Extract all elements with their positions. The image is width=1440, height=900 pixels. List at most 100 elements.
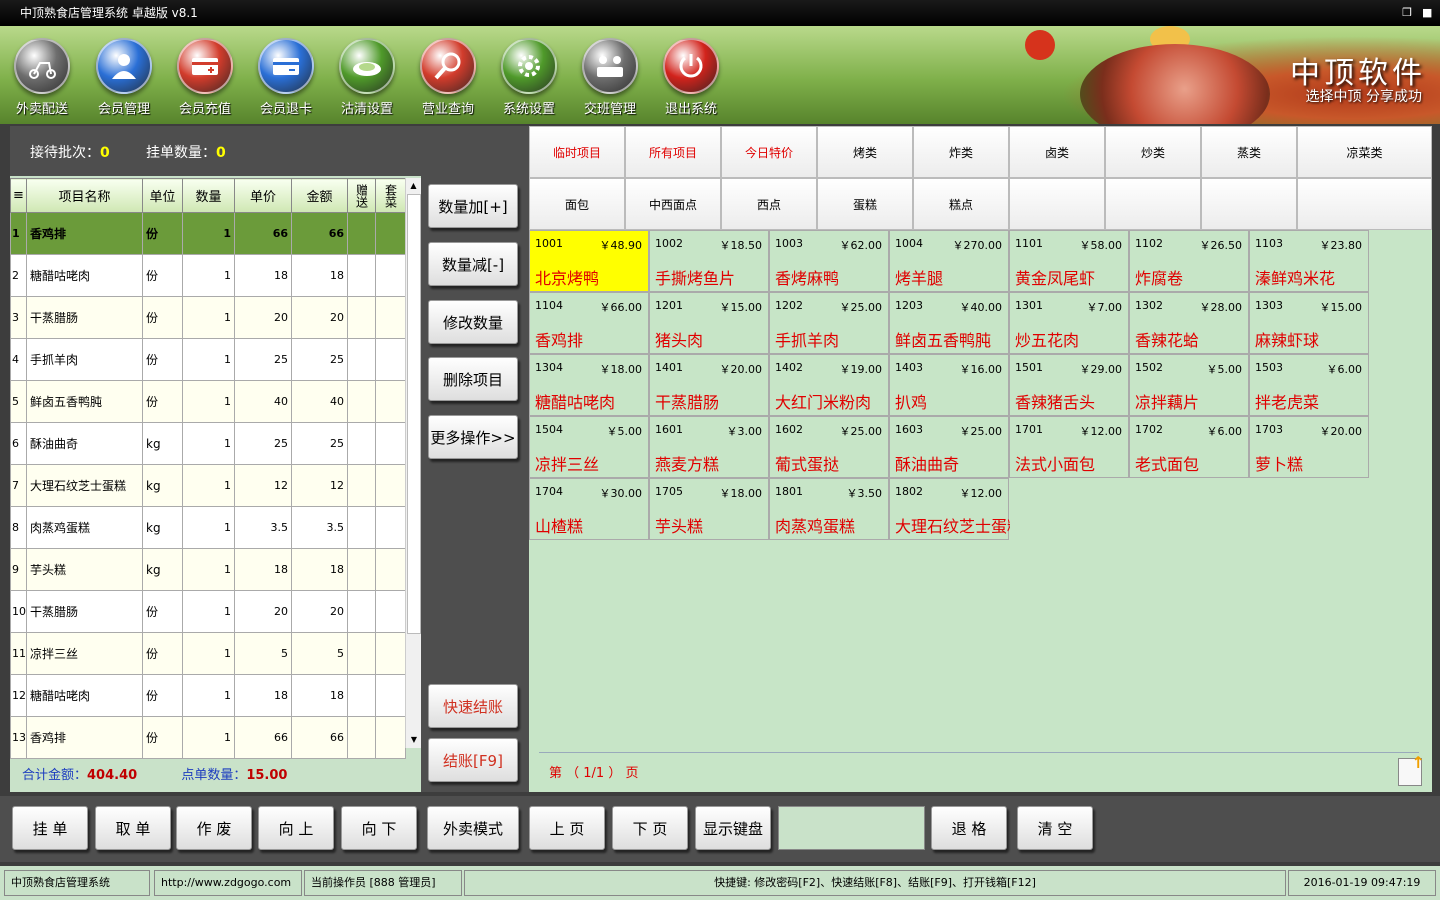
table-row[interactable]: 6 酥油曲奇 kg 1 25 25 xyxy=(10,422,406,465)
category-tab[interactable]: 蒸类 xyxy=(1201,126,1297,178)
category-tab[interactable] xyxy=(1201,178,1297,230)
dish-tile[interactable]: 1603 ￥25.00 酥油曲奇 xyxy=(889,416,1009,478)
bottom-button-3[interactable]: 向 上 xyxy=(258,806,334,850)
column-header[interactable]: 赠送 xyxy=(347,178,376,213)
table-row[interactable]: 10 干蒸腊肠份 1 20 20 xyxy=(10,590,406,633)
dish-tile[interactable]: 1703 ￥20.00 萝卜糕 xyxy=(1249,416,1369,478)
table-row[interactable]: 7 大理石纹芝士蛋糕 kg 1 12 12 xyxy=(10,464,406,507)
table-row[interactable]: 2 糖醋咕咾肉份 1 18 18 xyxy=(10,254,406,297)
keyboard-input[interactable] xyxy=(778,806,925,850)
action-button-4[interactable]: 更多操作>> xyxy=(428,415,518,459)
dish-tile[interactable]: 1003 ￥62.00 香烤麻鸭 xyxy=(769,230,889,292)
category-tab[interactable]: 凉菜类 xyxy=(1297,126,1432,178)
column-header[interactable]: 数量 xyxy=(182,178,235,213)
bottom-button-6[interactable]: 上 页 xyxy=(529,806,605,850)
toolbar-button-4[interactable]: 沽清设置 xyxy=(327,36,407,120)
category-tab[interactable] xyxy=(1009,178,1105,230)
dish-tile[interactable]: 1502 ￥5.00 凉拌藕片 xyxy=(1129,354,1249,416)
table-row[interactable]: 11 凉拌三丝份 1 5 5 xyxy=(10,632,406,675)
dish-tile[interactable]: 1503 ￥6.00 拌老虎菜 xyxy=(1249,354,1369,416)
column-header[interactable]: 项目名称 xyxy=(26,178,143,213)
dish-tile[interactable]: 1202 ￥25.00 手抓羊肉 xyxy=(769,292,889,354)
category-tab[interactable]: 面包 xyxy=(529,178,625,230)
toolbar-button-6[interactable]: 系统设置 xyxy=(489,36,569,120)
dish-tile[interactable]: 1203 ￥40.00 鲜卤五香鸭肫 xyxy=(889,292,1009,354)
dish-tile[interactable]: 1401 ￥20.00 干蒸腊肠 xyxy=(649,354,769,416)
dish-tile[interactable]: 1802 ￥12.00 大理石纹芝士蛋糕 xyxy=(889,478,1010,540)
bottom-button-0[interactable]: 挂 单 xyxy=(12,806,88,850)
dish-tile[interactable]: 1602 ￥25.00 葡式蛋挞 xyxy=(769,416,889,478)
action-button-3[interactable]: 删除项目 xyxy=(428,357,518,401)
dish-tile[interactable]: 1104 ￥66.00 香鸡排 xyxy=(529,292,649,354)
bottom-button-4[interactable]: 向 下 xyxy=(341,806,417,850)
action-button-2[interactable]: 修改数量 xyxy=(428,300,518,344)
category-tab[interactable]: 糕点 xyxy=(913,178,1009,230)
dish-tile[interactable]: 1701 ￥12.00 法式小面包 xyxy=(1009,416,1129,478)
column-header[interactable]: 单价 xyxy=(234,178,292,213)
close-icon[interactable]: ■ xyxy=(1422,0,1432,26)
scroll-down-icon[interactable]: ▼ xyxy=(406,732,422,748)
table-row[interactable]: 1 香鸡排份 1 66 66 xyxy=(10,212,406,255)
bottom-button-5[interactable]: 外卖模式 xyxy=(427,806,519,850)
scroll-up-icon[interactable]: ▲ xyxy=(406,178,421,194)
dish-tile[interactable]: 1001 ￥48.90 北京烤鸭 xyxy=(529,230,649,292)
dish-tile[interactable]: 1301 ￥7.00 炒五花肉 xyxy=(1009,292,1129,354)
category-tab[interactable]: 中西面点 xyxy=(625,178,721,230)
category-tab[interactable] xyxy=(1105,178,1201,230)
scroll-thumb[interactable] xyxy=(407,194,421,634)
column-menu-icon[interactable]: ≡ xyxy=(10,178,27,213)
category-tab[interactable]: 临时项目 xyxy=(529,126,625,178)
dish-tile[interactable]: 1002 ￥18.50 手撕烤鱼片 xyxy=(649,230,769,292)
toolbar-button-0[interactable]: 外卖配送 xyxy=(2,36,82,120)
order-scrollbar[interactable]: ▲ ▼ xyxy=(405,178,421,748)
category-tab[interactable]: 炒类 xyxy=(1105,126,1201,178)
action-button-1[interactable]: 数量减[-] xyxy=(428,242,518,286)
dish-tile[interactable]: 1801 ￥3.50 肉蒸鸡蛋糕 xyxy=(769,478,889,540)
category-tab[interactable]: 蛋糕 xyxy=(817,178,913,230)
dish-tile[interactable]: 1504 ￥5.00 凉拌三丝 xyxy=(529,416,649,478)
bottom-button-9[interactable]: 退 格 xyxy=(931,806,1007,850)
dish-tile[interactable]: 1102 ￥26.50 炸腐卷 xyxy=(1129,230,1249,292)
dish-tile[interactable]: 1304 ￥18.00 糖醋咕咾肉 xyxy=(529,354,649,416)
table-row[interactable]: 3 干蒸腊肠份 1 20 20 xyxy=(10,296,406,339)
toolbar-button-2[interactable]: 会员充值 xyxy=(165,36,245,120)
dish-tile[interactable]: 1704 ￥30.00 山楂糕 xyxy=(529,478,649,540)
bottom-button-1[interactable]: 取 单 xyxy=(95,806,171,850)
table-row[interactable]: 12 糖醋咕咾肉份 1 18 18 xyxy=(10,674,406,717)
category-tab[interactable]: 所有项目 xyxy=(625,126,721,178)
category-tab[interactable]: 卤类 xyxy=(1009,126,1105,178)
dish-tile[interactable]: 1004 ￥270.00 烤羊腿 xyxy=(889,230,1009,292)
bottom-button-10[interactable]: 清 空 xyxy=(1017,806,1093,850)
dish-tile[interactable]: 1303 ￥15.00 麻辣虾球 xyxy=(1249,292,1369,354)
dish-tile[interactable]: 1403 ￥16.00 扒鸡 xyxy=(889,354,1009,416)
dish-tile[interactable]: 1201 ￥15.00 猪头肉 xyxy=(649,292,769,354)
column-header[interactable]: 金额 xyxy=(291,178,348,213)
dish-tile[interactable]: 1103 ￥23.80 溱鲜鸡米花 xyxy=(1249,230,1369,292)
table-row[interactable]: 5 鲜卤五香鸭肫份 1 40 40 xyxy=(10,380,406,423)
category-tab[interactable] xyxy=(1297,178,1432,230)
table-row[interactable]: 13 香鸡排份 1 66 66 xyxy=(10,716,406,759)
toolbar-button-7[interactable]: 交班管理 xyxy=(570,36,650,120)
bottom-button-2[interactable]: 作 废 xyxy=(176,806,252,850)
dish-tile[interactable]: 1702 ￥6.00 老式面包 xyxy=(1129,416,1249,478)
dish-tile[interactable]: 1101 ￥58.00 黄金凤尾虾 xyxy=(1009,230,1129,292)
table-row[interactable]: 4 手抓羊肉份 1 25 25 xyxy=(10,338,406,381)
dish-tile[interactable]: 1402 ￥19.00 大红门米粉肉 xyxy=(769,354,889,416)
restore-icon[interactable]: ❒ xyxy=(1402,0,1412,26)
category-tab[interactable]: 烤类 xyxy=(817,126,913,178)
category-tab[interactable]: 炸类 xyxy=(913,126,1009,178)
table-row[interactable]: 8 肉蒸鸡蛋糕 kg 1 3.5 3.5 xyxy=(10,506,406,549)
table-row[interactable]: 9 芋头糕 kg 1 18 18 xyxy=(10,548,406,591)
action-button-5[interactable]: 快速结账 xyxy=(428,684,518,728)
toolbar-button-1[interactable]: 会员管理 xyxy=(84,36,164,120)
action-button-0[interactable]: 数量加[+] xyxy=(428,184,518,228)
dish-tile[interactable]: 1601 ￥3.00 燕麦方糕 xyxy=(649,416,769,478)
bottom-button-7[interactable]: 下 页 xyxy=(612,806,688,850)
category-tab[interactable]: 今日特价 xyxy=(721,126,817,178)
page-export-icon[interactable]: ↑ xyxy=(1398,753,1425,786)
dish-tile[interactable]: 1302 ￥28.00 香辣花蛤 xyxy=(1129,292,1249,354)
toolbar-button-5[interactable]: 营业查询 xyxy=(408,36,488,120)
column-header[interactable]: 单位 xyxy=(142,178,183,213)
action-button-6[interactable]: 结账[F9] xyxy=(428,738,518,782)
dish-tile[interactable]: 1501 ￥29.00 香辣猪舌头 xyxy=(1009,354,1129,416)
